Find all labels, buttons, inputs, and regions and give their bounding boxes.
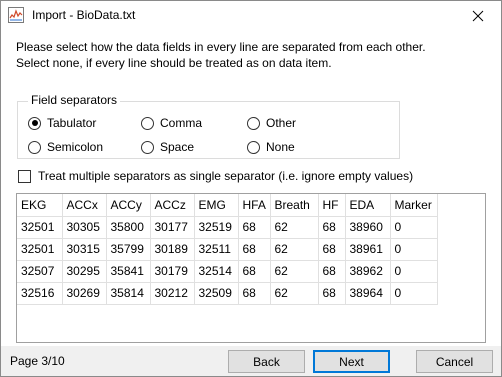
table-cell: 30269: [62, 282, 107, 305]
radio-selected-icon: [28, 116, 41, 130]
table-cell: 32501: [17, 216, 63, 239]
radio-tabulator[interactable]: Tabulator: [28, 115, 96, 131]
column-header[interactable]: EDA: [345, 194, 391, 217]
table-cell: 0: [390, 260, 438, 283]
table-cell: 68: [238, 216, 271, 239]
table-cell: 62: [270, 216, 319, 239]
table-cell: 68: [318, 282, 346, 305]
instruction-line-1: Please select how the data fields in eve…: [16, 40, 426, 54]
table-cell: 30315: [62, 238, 107, 261]
instructions: Please select how the data fields in eve…: [16, 39, 426, 71]
table-cell: 68: [318, 238, 346, 261]
column-header[interactable]: ACCz: [150, 194, 195, 217]
table-row[interactable]: 32501 30305 35800 30177 32519 68 62 68 3…: [17, 216, 438, 239]
column-header[interactable]: Breath: [270, 194, 319, 217]
table-cell: 62: [270, 238, 319, 261]
table-cell: 62: [270, 260, 319, 283]
radio-label: Comma: [160, 116, 203, 130]
table-cell: 32509: [194, 282, 239, 305]
radio-unselected-icon: [247, 116, 260, 130]
table-cell: 38962: [345, 260, 391, 283]
back-button[interactable]: Back: [228, 350, 305, 373]
table-cell: 62: [270, 282, 319, 305]
column-header[interactable]: HF: [318, 194, 346, 217]
field-separators-group: Field separators Tabulator Comma Other S…: [17, 93, 400, 159]
column-header[interactable]: ACCx: [62, 194, 107, 217]
table-cell: 30212: [150, 282, 195, 305]
window-title: Import - BioData.txt: [32, 8, 136, 22]
group-title: Field separators: [28, 93, 121, 107]
dialog-body: Please select how the data fields in eve…: [1, 31, 501, 346]
table-cell: 30305: [62, 216, 107, 239]
table-cell: 68: [238, 282, 271, 305]
radio-label: Space: [160, 140, 195, 154]
data-preview-grid[interactable]: EKG ACCx ACCy ACCz EMG HFA Breath HF EDA…: [16, 193, 486, 343]
table-cell: 32507: [17, 260, 63, 283]
title-bar[interactable]: Import - BioData.txt: [1, 1, 501, 31]
table-cell: 32519: [194, 216, 239, 239]
table-cell: 35800: [106, 216, 151, 239]
table-cell: 32516: [17, 282, 63, 305]
radio-label: Semicolon: [47, 140, 104, 154]
radio-unselected-icon: [28, 140, 41, 154]
table-cell: 68: [318, 216, 346, 239]
radio-comma[interactable]: Comma: [141, 115, 202, 131]
table-row[interactable]: 32501 30315 35799 30189 32511 68 62 68 3…: [17, 238, 438, 261]
treat-multiple-checkbox[interactable]: Treat multiple separators as single sepa…: [18, 168, 413, 184]
table-cell: 32514: [194, 260, 239, 283]
table-cell: 30179: [150, 260, 195, 283]
close-button[interactable]: [455, 1, 501, 31]
table-cell: 35799: [106, 238, 151, 261]
table-row[interactable]: 32507 30295 35841 30179 32514 68 62 68 3…: [17, 260, 438, 283]
table-cell: 68: [238, 238, 271, 261]
table-cell: 0: [390, 216, 438, 239]
radio-label: Other: [266, 116, 297, 130]
table-cell: 35814: [106, 282, 151, 305]
table-cell: 30177: [150, 216, 195, 239]
radio-label: None: [266, 140, 295, 154]
checkbox-label: Treat multiple separators as single sepa…: [38, 169, 414, 183]
next-button[interactable]: Next: [313, 350, 390, 373]
column-header[interactable]: EKG: [17, 194, 63, 217]
preview-table: EKG ACCx ACCy ACCz EMG HFA Breath HF EDA…: [17, 194, 438, 305]
radio-unselected-icon: [141, 116, 154, 130]
cancel-button[interactable]: Cancel: [416, 350, 493, 373]
radio-label: Tabulator: [47, 116, 97, 130]
column-header[interactable]: Marker: [390, 194, 438, 217]
radio-none[interactable]: None: [247, 139, 295, 155]
table-cell: 38961: [345, 238, 391, 261]
table-cell: 38960: [345, 216, 391, 239]
table-cell: 30189: [150, 238, 195, 261]
radio-unselected-icon: [247, 140, 260, 154]
close-icon: [472, 10, 484, 22]
table-cell: 35841: [106, 260, 151, 283]
table-cell: 32501: [17, 238, 63, 261]
table-cell: 68: [318, 260, 346, 283]
radio-space[interactable]: Space: [141, 139, 194, 155]
chart-icon: [8, 7, 24, 23]
page-indicator: Page 3/10: [10, 354, 65, 368]
column-header[interactable]: EMG: [194, 194, 239, 217]
table-header-row: EKG ACCx ACCy ACCz EMG HFA Breath HF EDA…: [17, 194, 438, 217]
column-header[interactable]: HFA: [238, 194, 271, 217]
radio-unselected-icon: [141, 140, 154, 154]
table-cell: 68: [238, 260, 271, 283]
checkbox-unchecked-icon: [18, 169, 31, 183]
table-cell: 32511: [194, 238, 239, 261]
radio-semicolon[interactable]: Semicolon: [28, 139, 103, 155]
table-cell: 38964: [345, 282, 391, 305]
column-header[interactable]: ACCy: [106, 194, 151, 217]
table-cell: 0: [390, 238, 438, 261]
table-cell: 0: [390, 282, 438, 305]
table-row[interactable]: 32516 30269 35814 30212 32509 68 62 68 3…: [17, 282, 438, 305]
dialog-footer: Page 3/10 Back Next Cancel: [1, 346, 501, 376]
table-cell: 30295: [62, 260, 107, 283]
instruction-line-2: Select none, if every line should be tre…: [16, 56, 332, 70]
radio-other[interactable]: Other: [247, 115, 296, 131]
import-dialog: Import - BioData.txt Please select how t…: [0, 0, 502, 377]
